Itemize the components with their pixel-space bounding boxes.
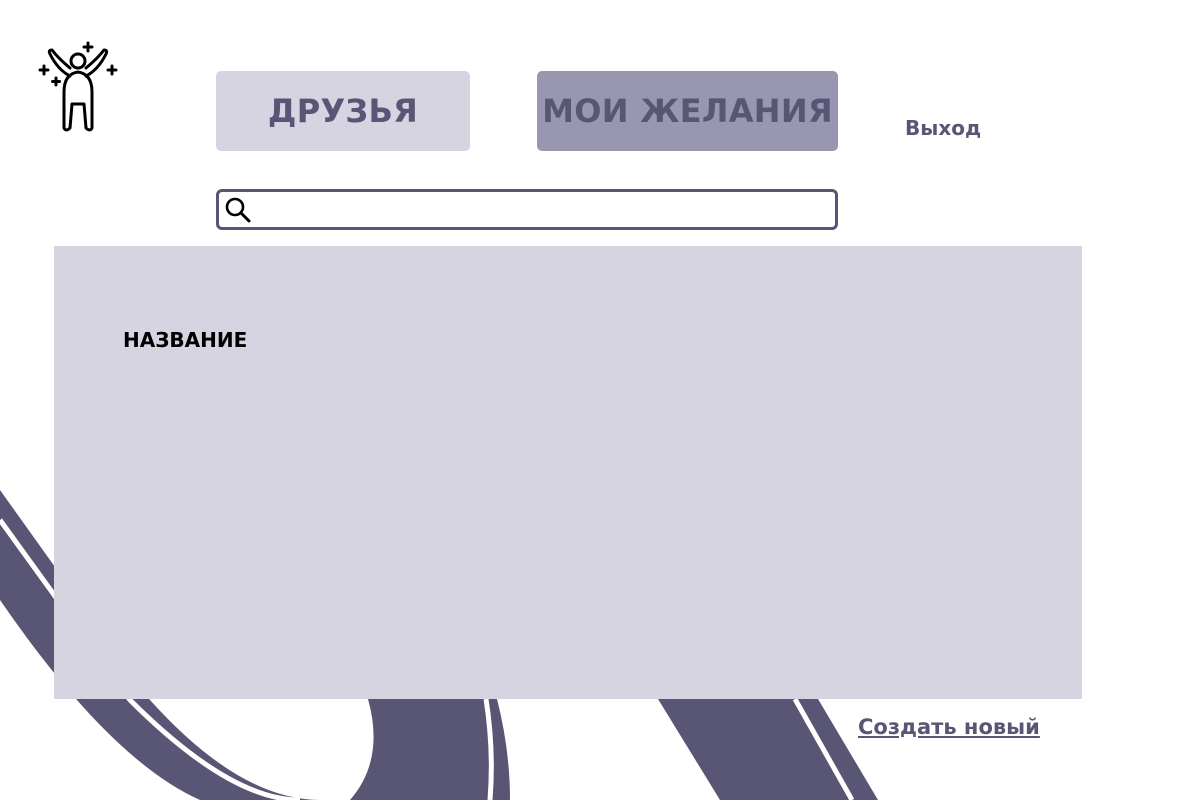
search-icon[interactable] — [225, 197, 251, 223]
wish-list-panel: НАЗВАНИЕ — [54, 246, 1082, 699]
search-input[interactable] — [257, 192, 827, 227]
wish-item-title[interactable]: НАЗВАНИЕ — [123, 328, 247, 352]
tab-my-wishes[interactable]: МОИ ЖЕЛАНИЯ — [537, 71, 838, 151]
tab-friends[interactable]: ДРУЗЬЯ — [216, 71, 470, 151]
logout-link[interactable]: Выход — [905, 116, 981, 140]
tab-my-wishes-label: МОИ ЖЕЛАНИЯ — [542, 92, 833, 130]
create-new-link[interactable]: Создать новый — [857, 715, 1041, 739]
logo-icon[interactable] — [36, 40, 120, 132]
tab-friends-label: ДРУЗЬЯ — [267, 92, 419, 130]
search-bar — [216, 189, 838, 230]
